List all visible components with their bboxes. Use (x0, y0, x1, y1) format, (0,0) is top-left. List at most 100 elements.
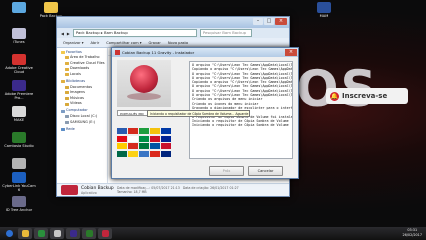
cobian-glyph-icon (101, 230, 109, 237)
selected-file-meta: Data de modificaç...: 05/07/2017 21:13 D… (117, 186, 239, 195)
flag-icon[interactable] (117, 128, 127, 134)
flag-icon[interactable] (139, 135, 149, 142)
app-icon (12, 132, 26, 143)
toolbar-open[interactable]: Abrir (91, 41, 100, 45)
close-button[interactable]: × (275, 18, 287, 25)
desktop-icon-label: Adobe Premiere Pro... (4, 92, 34, 101)
toolbar-organize[interactable]: Organizar ▾ (63, 41, 84, 45)
flag-icon[interactable] (128, 135, 138, 142)
app-icon (317, 2, 331, 13)
taskbar: 03:31 26/02/2017 (0, 227, 426, 240)
taskbar-start-icon[interactable] (2, 228, 16, 239)
nav-item[interactable]: SAMSUNG (E:) (57, 120, 107, 126)
close-button[interactable]: × (285, 49, 297, 56)
premiere-glyph-icon (69, 230, 77, 237)
forward-arrow-icon[interactable]: ▶ (67, 31, 70, 36)
flag-icon[interactable] (117, 150, 127, 157)
flag-icon[interactable] (139, 150, 149, 157)
system-clock[interactable]: 03:31 26/02/2017 (402, 228, 422, 237)
installer-titlebar: Cobian Backup 11 Gravity - Instalador × (112, 48, 298, 57)
breadcrumb-item[interactable]: Pack Backup (76, 30, 100, 35)
desktop-icon-label: Adobe Creative Cloud (5, 66, 33, 75)
folder-icon (65, 56, 69, 60)
taskbar-explorer-icon[interactable] (18, 228, 32, 239)
clock-date: 26/02/2017 (402, 232, 422, 237)
flag-icon[interactable] (117, 143, 127, 149)
taskbar-premiere-icon[interactable] (66, 228, 80, 239)
breadcrumb-item[interactable]: Bam Backup (104, 30, 128, 35)
maximize-button[interactable]: □ (264, 18, 274, 25)
bell-icon: 🔔 (330, 91, 339, 101)
desktop-icon[interactable] (2, 2, 36, 14)
flag-icon[interactable] (150, 143, 160, 149)
app-icon (12, 80, 26, 91)
nav-item[interactable]: Vídeos (57, 101, 107, 107)
next-button[interactable]: Próx (209, 166, 244, 176)
taskbar-camtasia-icon[interactable] (82, 228, 96, 239)
minimize-button[interactable]: – (253, 18, 263, 25)
nav-network-header[interactable]: Rede (57, 127, 107, 133)
toolbar-share[interactable]: Compartilhar com ▾ (106, 41, 141, 45)
subscribe-label: Inscreva-se (342, 92, 388, 100)
breadcrumb[interactable]: Pack Backup ▸ Bam Backup (72, 29, 197, 37)
flag-icon[interactable] (117, 135, 127, 142)
nav-item-label: Vídeos (70, 101, 82, 106)
flag-icon[interactable] (128, 143, 138, 149)
app-icon (115, 50, 120, 55)
app-icon (12, 172, 26, 183)
flag-icon[interactable] (139, 143, 149, 149)
flag-icon[interactable] (128, 150, 138, 157)
flag-icon[interactable] (161, 128, 171, 134)
flag-icon[interactable] (150, 150, 160, 157)
cobian-app-icon (61, 185, 78, 195)
navigation-pane: Favoritos Área de Trabalho Creative Cloud… (57, 48, 108, 185)
desktop-icon[interactable]: iTunes (2, 28, 36, 44)
taskbar-cobian-icon[interactable] (98, 228, 112, 239)
search-input[interactable]: Pesquisar Bam Backup (199, 29, 252, 37)
app-icon (12, 196, 26, 207)
desktop-icon[interactable]: CyberLink YouCam 6 (2, 172, 36, 193)
app-icon (12, 158, 26, 169)
library-icon (65, 102, 69, 106)
desktop-icon[interactable]: MAKE (2, 106, 36, 122)
computer-icon (61, 109, 65, 113)
flag-icon[interactable] (139, 128, 149, 134)
drive-icon (65, 115, 69, 119)
subscribe-button[interactable]: 🔔 Inscreva-se (326, 88, 408, 104)
desktop-icon[interactable]: ID Tree Anchor (2, 196, 36, 212)
nav-item[interactable]: Locais (57, 72, 107, 78)
taskbar-chrome-icon[interactable] (34, 228, 48, 239)
flag-icon[interactable] (161, 135, 171, 142)
cobian-logo (117, 60, 171, 107)
desktop-icon-mam[interactable]: MAM (307, 2, 341, 18)
app-icon (12, 28, 26, 39)
desktop-icon[interactable]: Camtasia Studio (2, 132, 36, 148)
taskbar-media-icon[interactable] (50, 228, 64, 239)
start-glyph-icon (5, 230, 13, 237)
taskbar-apps (0, 228, 112, 239)
explorer-titlebar: – □ × (57, 17, 289, 28)
flag-icon[interactable] (161, 143, 171, 149)
toolbar-new-folder[interactable]: Nova pasta (168, 41, 188, 45)
back-arrow-icon[interactable]: ◀ (61, 31, 64, 36)
desktop-icon[interactable] (2, 158, 36, 170)
flag-icon[interactable] (150, 128, 160, 134)
selected-file-type: Aplicativo (81, 191, 97, 195)
desktop-icon[interactable]: Adobe Creative Cloud (2, 54, 36, 75)
address-bar: ◀ ▶ Pack Backup ▸ Bam Backup Pesquisar B… (57, 28, 289, 38)
toolbar-burn[interactable]: Gravar (149, 41, 161, 45)
library-icon (65, 97, 69, 101)
library-icon (65, 85, 69, 89)
cancel-button[interactable]: Cancelar (248, 166, 283, 176)
library-icon (65, 91, 69, 95)
folder-icon (65, 67, 69, 71)
desktop-icon-label: MAM (319, 14, 329, 18)
explorer-glyph-icon (21, 230, 29, 237)
media-glyph-icon (53, 230, 61, 237)
folder-icon (65, 61, 69, 65)
star-icon (61, 50, 65, 54)
flag-icon[interactable] (161, 150, 171, 157)
flag-icon[interactable] (128, 128, 138, 134)
desktop-icon[interactable]: Adobe Premiere Pro... (2, 80, 36, 101)
flag-icon[interactable] (150, 135, 160, 142)
